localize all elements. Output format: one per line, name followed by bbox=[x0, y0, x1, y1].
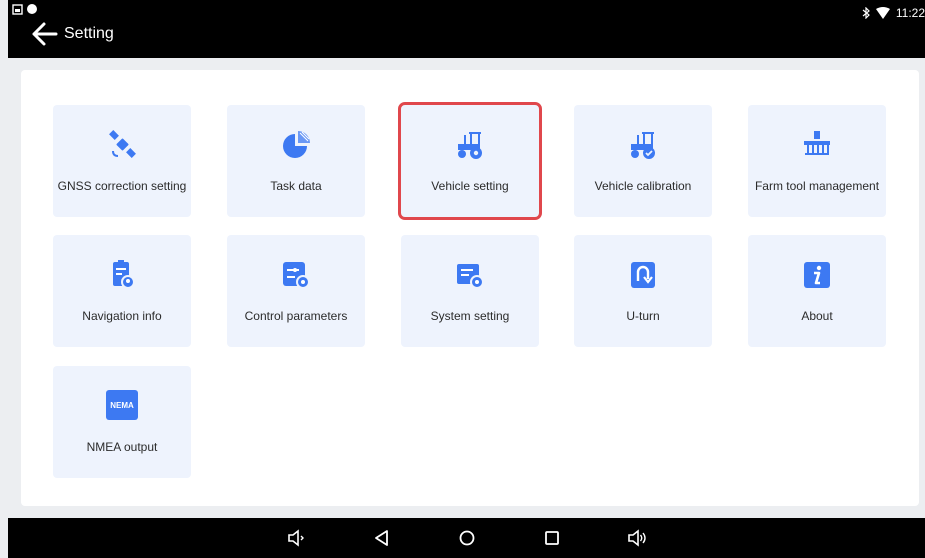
wifi-icon bbox=[875, 7, 890, 19]
tile-about[interactable]: About bbox=[748, 235, 886, 347]
back-arrow-icon[interactable] bbox=[30, 20, 60, 48]
tile-farm-tool-management[interactable]: Farm tool management bbox=[748, 105, 886, 217]
tile-label: Navigation info bbox=[82, 309, 162, 323]
tractor-check-icon bbox=[631, 132, 655, 159]
recent-apps-icon[interactable] bbox=[541, 528, 563, 548]
clock: 11:22 bbox=[895, 6, 925, 20]
status-bar-right: 11:22 bbox=[862, 5, 925, 21]
tile-label: Vehicle calibration bbox=[594, 179, 692, 193]
tile-label: Task data bbox=[270, 179, 322, 193]
back-icon[interactable] bbox=[371, 528, 393, 548]
tractor-settings-icon bbox=[458, 132, 482, 159]
system-nav-bar bbox=[8, 518, 925, 558]
tile-system-setting[interactable]: System setting bbox=[401, 235, 539, 347]
tile-label: NMEA output bbox=[86, 440, 158, 454]
tile-label: About bbox=[801, 309, 833, 323]
u-turn-icon bbox=[631, 262, 655, 288]
volume-down-icon[interactable] bbox=[286, 528, 308, 548]
tile-label: Control parameters bbox=[244, 309, 348, 323]
bluetooth-icon bbox=[862, 7, 870, 19]
tile-label: System setting bbox=[430, 309, 510, 323]
tile-label: Farm tool management bbox=[754, 179, 880, 193]
farm-tool-icon bbox=[804, 131, 830, 155]
tile-vehicle-setting[interactable]: Vehicle setting bbox=[398, 102, 542, 220]
page-title: Setting bbox=[64, 25, 114, 42]
tile-vehicle-calibration[interactable]: Vehicle calibration bbox=[574, 105, 712, 217]
satellite-icon bbox=[109, 130, 136, 158]
nmea-icon: NEMA bbox=[106, 390, 138, 420]
nmea-icon-text: NEMA bbox=[110, 400, 134, 410]
settings-panel: GNSS correction setting Task data Vehicl… bbox=[21, 70, 919, 506]
system-setting-icon bbox=[457, 264, 484, 289]
info-icon bbox=[804, 262, 830, 288]
tile-nmea-output[interactable]: NEMA NMEA output bbox=[53, 366, 191, 478]
tile-label: Vehicle setting bbox=[431, 179, 509, 193]
navigation-document-icon bbox=[113, 260, 135, 289]
tile-navigation-info[interactable]: Navigation info bbox=[53, 235, 191, 347]
tile-label: U-turn bbox=[626, 309, 660, 323]
volume-up-icon[interactable] bbox=[626, 528, 648, 548]
notification-icons bbox=[12, 4, 37, 15]
app-header: Setting 11:22 bbox=[8, 0, 925, 58]
home-icon[interactable] bbox=[456, 528, 478, 548]
tile-label: GNSS correction setting bbox=[57, 179, 187, 193]
tile-control-parameters[interactable]: Control parameters bbox=[227, 235, 365, 347]
tile-u-turn[interactable]: U-turn bbox=[574, 235, 712, 347]
pie-chart-icon bbox=[283, 131, 310, 158]
control-parameters-icon bbox=[283, 262, 310, 289]
tile-gnss-correction-setting[interactable]: GNSS correction setting bbox=[53, 105, 191, 217]
tile-task-data[interactable]: Task data bbox=[227, 105, 365, 217]
